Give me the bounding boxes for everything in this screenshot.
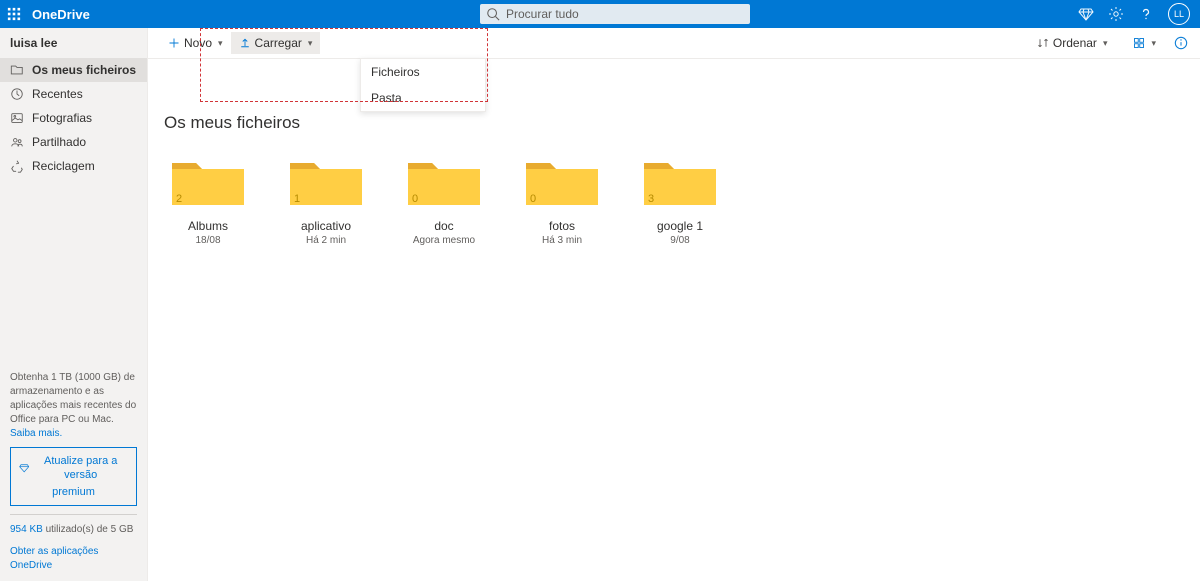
upload-dropdown: Ficheiros Pasta	[360, 58, 486, 112]
sort-label: Ordenar	[1053, 36, 1097, 50]
page-title: Os meus ficheiros	[164, 113, 1184, 133]
premium-diamond-icon[interactable]	[1078, 6, 1094, 22]
divider	[10, 514, 137, 515]
sidebar-item-label: Partilhado	[32, 135, 86, 149]
folder-grid: 2 Albums 18/08 1 aplicativo Há 2 min 0 d…	[164, 153, 1184, 246]
plus-icon	[168, 37, 180, 49]
folder-name: doc	[434, 219, 453, 233]
upload-label: Carregar	[255, 36, 302, 50]
sidebar: luisa lee Os meus ficheiros Recentes Fot…	[0, 28, 148, 581]
sidebar-item-shared[interactable]: Partilhado	[0, 130, 147, 154]
photo-icon	[10, 111, 24, 125]
search-input[interactable]: Procurar tudo	[480, 4, 750, 24]
storage-info: 954 KB utilizado(s) de 5 GB	[10, 523, 137, 537]
folder-date: 9/08	[670, 235, 689, 246]
premium-diamond-icon	[19, 462, 29, 474]
premium-line1: Atualize para a versão	[33, 454, 128, 483]
sidebar-item-label: Fotografias	[32, 111, 92, 125]
sidebar-item-photos[interactable]: Fotografias	[0, 106, 147, 130]
user-avatar[interactable]: LL	[1168, 3, 1190, 25]
upload-button[interactable]: Carregar ▾	[231, 32, 321, 54]
sort-icon	[1037, 37, 1049, 49]
header-right: LL	[1078, 3, 1200, 25]
folder-name: google 1	[657, 219, 703, 233]
sort-button[interactable]: Ordenar ▾	[1029, 32, 1116, 54]
folder-name: aplicativo	[301, 219, 351, 233]
get-apps-link[interactable]: Obter as aplicações OneDrive	[10, 545, 137, 573]
chevron-down-icon: ▾	[218, 38, 223, 49]
premium-line2: premium	[52, 485, 95, 499]
upgrade-premium-button[interactable]: Atualize para a versão premium	[10, 447, 137, 506]
recycle-icon	[10, 159, 24, 173]
settings-gear-icon[interactable]	[1108, 6, 1124, 22]
folder-icon: 3	[640, 153, 720, 209]
folder-item[interactable]: 3 google 1 9/08	[636, 153, 724, 246]
chevron-down-icon: ▾	[308, 38, 313, 49]
info-icon[interactable]	[1174, 36, 1188, 50]
folder-count: 0	[412, 193, 418, 205]
folder-icon: 0	[404, 153, 484, 209]
folder-item[interactable]: 1 aplicativo Há 2 min	[282, 153, 370, 246]
app-name[interactable]: OneDrive	[32, 7, 90, 22]
folder-item[interactable]: 2 Albums 18/08	[164, 153, 252, 246]
folder-icon: 1	[286, 153, 366, 209]
folder-icon: 0	[522, 153, 602, 209]
folder-name: fotos	[549, 219, 575, 233]
folder-item[interactable]: 0 doc Agora mesmo	[400, 153, 488, 246]
content-area: Os meus ficheiros 2 Albums 18/08 1 aplic…	[148, 59, 1200, 256]
upload-icon	[239, 37, 251, 49]
storage-rest: utilizado(s) de 5 GB	[43, 524, 134, 535]
search-wrap: Procurar tudo	[480, 4, 750, 24]
folder-date: Há 2 min	[306, 235, 346, 246]
folder-count: 1	[294, 193, 300, 205]
toolbar: Novo ▾ Carregar ▾ Ordenar ▾ ▾	[148, 28, 1200, 58]
folder-date: 18/08	[195, 235, 220, 246]
sidebar-item-my-files[interactable]: Os meus ficheiros	[0, 58, 147, 82]
folder-date: Há 3 min	[542, 235, 582, 246]
sidebar-item-recent[interactable]: Recentes	[0, 82, 147, 106]
main-area: Novo ▾ Carregar ▾ Ordenar ▾ ▾	[148, 28, 1200, 581]
folder-name: Albums	[188, 219, 228, 233]
chevron-down-icon: ▾	[1151, 38, 1156, 49]
new-label: Novo	[184, 36, 212, 50]
dropdown-item-files[interactable]: Ficheiros	[361, 59, 485, 85]
new-button[interactable]: Novo ▾	[160, 32, 231, 54]
help-icon[interactable]	[1138, 6, 1154, 22]
app-header: OneDrive Procurar tudo LL	[0, 0, 1200, 28]
sidebar-item-label: Reciclagem	[32, 159, 95, 173]
learn-more-link[interactable]: Saiba mais.	[10, 427, 137, 441]
app-launcher-icon[interactable]	[0, 0, 28, 28]
folder-count: 2	[176, 193, 182, 205]
view-button[interactable]: ▾	[1125, 33, 1164, 53]
people-icon	[10, 135, 24, 149]
sidebar-item-label: Os meus ficheiros	[32, 63, 136, 77]
folder-count: 0	[530, 193, 536, 205]
folder-count: 3	[648, 193, 654, 205]
promo-text: Obtenha 1 TB (1000 GB) de armazenamento …	[10, 371, 137, 427]
grid-view-icon	[1133, 37, 1145, 49]
sidebar-bottom: Obtenha 1 TB (1000 GB) de armazenamento …	[0, 363, 147, 581]
folder-date: Agora mesmo	[413, 235, 475, 246]
clock-icon	[10, 87, 24, 101]
toolbar-right: Ordenar ▾ ▾	[1029, 32, 1188, 54]
folder-icon: 2	[168, 153, 248, 209]
sidebar-item-label: Recentes	[32, 87, 83, 101]
dropdown-item-folder[interactable]: Pasta	[361, 85, 485, 111]
folder-icon	[10, 63, 24, 77]
sidebar-user-name: luisa lee	[0, 28, 147, 58]
folder-item[interactable]: 0 fotos Há 3 min	[518, 153, 606, 246]
sidebar-item-recycle[interactable]: Reciclagem	[0, 154, 147, 178]
storage-used-link[interactable]: 954 KB	[10, 524, 43, 535]
chevron-down-icon: ▾	[1103, 38, 1108, 49]
search-icon	[486, 7, 500, 21]
